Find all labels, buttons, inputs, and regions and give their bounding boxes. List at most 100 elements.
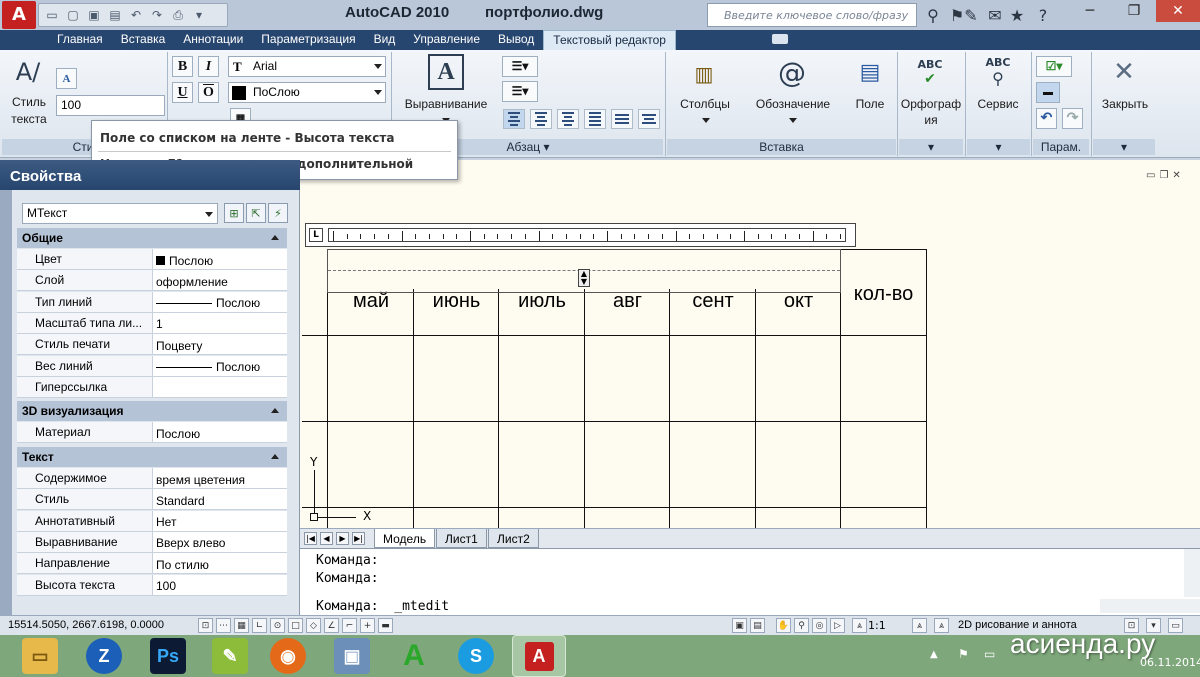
tab-home[interactable]: Главная — [48, 30, 112, 50]
skype-icon[interactable]: S — [458, 638, 494, 674]
property-value[interactable]: Послою — [153, 249, 287, 269]
justification-icon[interactable]: A — [428, 54, 464, 90]
viewport-close-icon[interactable]: ✕ — [1172, 170, 1180, 181]
text-style-icon[interactable]: A/ — [10, 54, 46, 90]
property-row[interactable]: Гиперссылка — [17, 376, 287, 398]
property-value[interactable]: Standard — [153, 489, 287, 509]
bullets-icon[interactable]: ☰▾ — [502, 56, 538, 77]
notepad-icon[interactable]: ✎ — [212, 638, 248, 674]
lineweight-icon[interactable]: ▬ — [378, 618, 393, 633]
zona-icon[interactable]: Z — [86, 638, 122, 674]
table-header-quantity[interactable]: кол-во — [841, 283, 926, 306]
ducs-icon[interactable]: ⌐ — [342, 618, 357, 633]
save-icon[interactable]: ▣ — [85, 6, 103, 24]
property-value[interactable]: Поцвету — [153, 334, 287, 354]
tray-flag-icon[interactable]: ⚑ — [958, 647, 969, 661]
dynamic-input-icon[interactable]: + — [360, 618, 375, 633]
polar-tracking-icon[interactable]: ⊙ — [270, 618, 285, 633]
plot-icon[interactable]: ⎙ — [169, 6, 187, 24]
mtext-resize-handle[interactable]: ▲ ▼ — [578, 269, 590, 287]
paragraph-spacing-icon[interactable] — [638, 109, 660, 129]
options-check-icon[interactable]: ☑▾ — [1036, 56, 1072, 77]
command-window[interactable]: Команда: Команда: Команда: _mtedit — [300, 548, 1200, 615]
3d-osnap-icon[interactable]: ◇ — [306, 618, 321, 633]
tab-annotate[interactable]: Аннотации — [174, 30, 252, 50]
property-row[interactable]: Масштаб типа ли... 1 — [17, 312, 287, 334]
section-text[interactable]: Текст — [17, 447, 287, 467]
property-value[interactable]: Послою — [153, 422, 287, 442]
distribute-icon[interactable] — [611, 109, 633, 129]
next-tab-icon[interactable]: ▶ — [336, 532, 349, 545]
columns-dropdown-icon[interactable] — [702, 118, 710, 123]
ribbon-minimize-icon[interactable] — [772, 34, 788, 44]
select-objects-icon[interactable]: ⇱ — [246, 203, 266, 223]
search-input[interactable]: Введите ключевое слово/фразу — [707, 3, 917, 27]
property-row[interactable]: Стиль Standard — [17, 489, 287, 511]
prev-tab-icon[interactable]: ◀ — [320, 532, 333, 545]
autocad-taskbar-icon[interactable]: A — [512, 635, 566, 677]
tools-icon[interactable]: ABC ⚲ — [980, 54, 1016, 90]
redo-icon[interactable]: ↷ — [148, 6, 166, 24]
new-file-icon[interactable]: ▭ — [43, 6, 61, 24]
ruler-scale[interactable] — [328, 228, 846, 242]
viewport-minimize-icon[interactable]: ▭ — [1146, 170, 1155, 181]
close-editor-icon[interactable]: ✕ — [1106, 54, 1142, 90]
property-row[interactable]: Содержимое время цветения — [17, 468, 287, 489]
color-combo[interactable]: ПоСлою — [228, 82, 386, 103]
last-tab-icon[interactable]: ▶| — [352, 532, 365, 545]
wrench-icon[interactable]: ✎ — [960, 4, 982, 26]
justify-icon[interactable] — [584, 109, 606, 129]
tab-manage[interactable]: Управление — [404, 30, 489, 50]
text-height-combo[interactable]: 100 — [56, 95, 165, 116]
save-as-icon[interactable]: ▤ — [106, 6, 124, 24]
symbol-icon[interactable]: @ — [774, 54, 810, 90]
redo-text-icon[interactable]: ↷ — [1062, 108, 1083, 129]
image-viewer-icon[interactable]: ▣ — [334, 638, 370, 674]
property-row[interactable]: Аннотативный Нет — [17, 510, 287, 532]
snap-mode-icon[interactable]: ⋯ — [216, 618, 231, 633]
property-value[interactable]: Вверх влево — [153, 532, 287, 552]
property-value[interactable]: Послою — [153, 356, 287, 376]
tray-arrow-icon[interactable]: ▲ — [930, 649, 938, 660]
undo-text-icon[interactable]: ↶ — [1036, 108, 1057, 129]
properties-title[interactable]: Свойства — [0, 160, 300, 190]
first-tab-icon[interactable]: |◀ — [304, 532, 317, 545]
steeringwheel-icon[interactable]: ◎ — [812, 618, 827, 633]
mtext-ruler[interactable]: L — [305, 223, 856, 247]
property-value[interactable]: оформление — [153, 270, 287, 290]
quick-select-icon[interactable]: ⚡ — [268, 203, 288, 223]
overline-button[interactable]: O — [198, 82, 219, 103]
pan-icon[interactable]: ✋ — [776, 618, 791, 633]
table-header-aug[interactable]: авг — [585, 290, 670, 313]
quick-view-layouts-icon[interactable]: ▤ — [750, 618, 765, 633]
maximize-icon[interactable]: ❐ — [1112, 0, 1156, 22]
property-row[interactable]: Слой оформление — [17, 270, 287, 292]
tab-text-editor[interactable]: Текстовый редактор — [543, 30, 676, 50]
table-header-sep[interactable]: сент — [670, 290, 756, 313]
tab-parametric[interactable]: Параметризация — [252, 30, 364, 50]
property-row[interactable]: Цвет Послою — [17, 249, 287, 270]
minimize-icon[interactable]: ─ — [1068, 0, 1112, 22]
tab-output[interactable]: Вывод — [489, 30, 543, 50]
communication-center-icon[interactable]: ✉ — [984, 4, 1006, 26]
underline-button[interactable]: U — [172, 82, 193, 103]
table-header-oct[interactable]: окт — [756, 290, 841, 313]
object-snap-icon[interactable]: □ — [288, 618, 303, 633]
object-snap-tracking-icon[interactable]: ∠ — [324, 618, 339, 633]
tab-insert[interactable]: Вставка — [112, 30, 175, 50]
command-hscrollbar[interactable] — [1100, 599, 1200, 613]
property-value[interactable]: Нет — [153, 511, 287, 531]
ortho-mode-icon[interactable]: ∟ — [252, 618, 267, 633]
symbol-dropdown-icon[interactable] — [789, 118, 797, 123]
undo-icon[interactable]: ↶ — [127, 6, 145, 24]
property-value[interactable]: 100 — [153, 575, 287, 595]
viewport-restore-icon[interactable]: ❐ — [1159, 170, 1168, 181]
command-scrollbar[interactable] — [1184, 549, 1200, 597]
color-dropdown-icon[interactable] — [374, 90, 382, 95]
align-right-icon[interactable] — [557, 109, 579, 129]
font-dropdown-icon[interactable] — [374, 64, 382, 69]
section-3d-visualization[interactable]: 3D визуализация — [17, 401, 287, 421]
help-icon[interactable]: ? — [1032, 4, 1054, 26]
spell-panel-footer[interactable]: ▾ — [899, 139, 963, 155]
property-row[interactable]: Тип линий Послою — [17, 291, 287, 313]
